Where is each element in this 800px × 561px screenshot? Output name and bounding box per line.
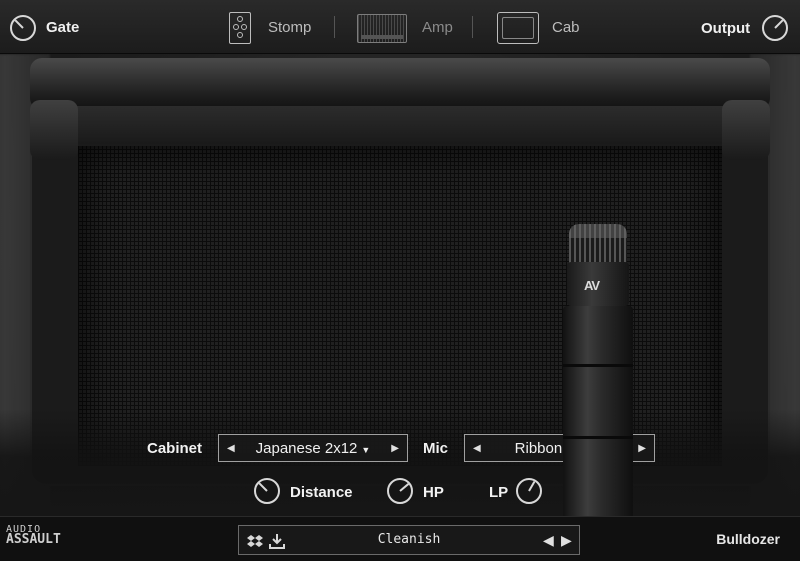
cabinet-label: Cabinet bbox=[147, 440, 203, 457]
next-preset-arrow-icon[interactable]: ▶ bbox=[561, 532, 572, 549]
cabinet-next-arrow-icon[interactable]: ▶ bbox=[391, 443, 399, 454]
preset-name: Cleanish bbox=[377, 532, 441, 547]
cabinet-selector[interactable]: ◀ Japanese 2x12 ▼ ▶ bbox=[218, 434, 408, 462]
mic-next-arrow-icon[interactable]: ▶ bbox=[638, 443, 646, 454]
mic-label: Mic bbox=[423, 440, 449, 457]
output-knob[interactable] bbox=[762, 15, 788, 41]
brand-line-2: ASSAULT bbox=[6, 532, 61, 547]
hp-label: HP bbox=[423, 484, 444, 501]
gate-label: Gate bbox=[46, 19, 80, 36]
bottom-bar: AUDIO ASSAULT Cleanish ◀ ▶ Bulldozer bbox=[0, 516, 800, 561]
cabinet-corner bbox=[30, 100, 78, 160]
cabinet-prev-arrow-icon[interactable]: ◀ bbox=[227, 443, 235, 454]
microphone-ring bbox=[563, 436, 633, 439]
distance-label: Distance bbox=[290, 484, 353, 501]
microphone-ring bbox=[563, 364, 633, 367]
tab-stomp[interactable]: Stomp bbox=[268, 19, 311, 36]
distance-knob[interactable] bbox=[254, 478, 280, 504]
lp-label: LP bbox=[489, 484, 509, 501]
cabinet-icon[interactable] bbox=[497, 12, 539, 44]
microphone-logo: AV bbox=[584, 278, 600, 293]
gate-knob[interactable] bbox=[10, 15, 36, 41]
product-name: Bulldozer bbox=[716, 531, 780, 547]
tab-divider bbox=[472, 16, 473, 38]
cabinet-view: Cabinet ◀ Japanese 2x12 ▼ ▶ Mic ◀ Ribbon … bbox=[0, 54, 800, 516]
prev-preset-arrow-icon[interactable]: ◀ bbox=[543, 532, 554, 549]
cabinet-band bbox=[30, 106, 770, 144]
chevron-down-icon: ▼ bbox=[361, 444, 371, 455]
top-bar: Gate Stomp Amp Cab Output bbox=[0, 0, 800, 54]
stomp-pedal-icon[interactable] bbox=[229, 12, 251, 44]
preset-browser[interactable]: Cleanish ◀ ▶ bbox=[238, 525, 580, 555]
hp-knob[interactable] bbox=[387, 478, 413, 504]
microphone-body bbox=[563, 306, 633, 516]
tab-cab[interactable]: Cab bbox=[552, 19, 580, 36]
tab-divider bbox=[334, 16, 335, 38]
output-label: Output bbox=[701, 20, 751, 37]
cabinet-corner bbox=[722, 100, 770, 160]
microphone[interactable]: AV bbox=[561, 224, 635, 516]
tab-amp[interactable]: Amp bbox=[422, 19, 453, 36]
lp-knob[interactable] bbox=[516, 478, 542, 504]
cabinet-top-handle bbox=[30, 58, 770, 110]
cabinet-value: Japanese 2x12 bbox=[255, 439, 358, 457]
amp-head-icon[interactable] bbox=[357, 14, 407, 43]
mic-prev-arrow-icon[interactable]: ◀ bbox=[473, 443, 481, 454]
brand-logo: AUDIO ASSAULT bbox=[6, 525, 61, 547]
